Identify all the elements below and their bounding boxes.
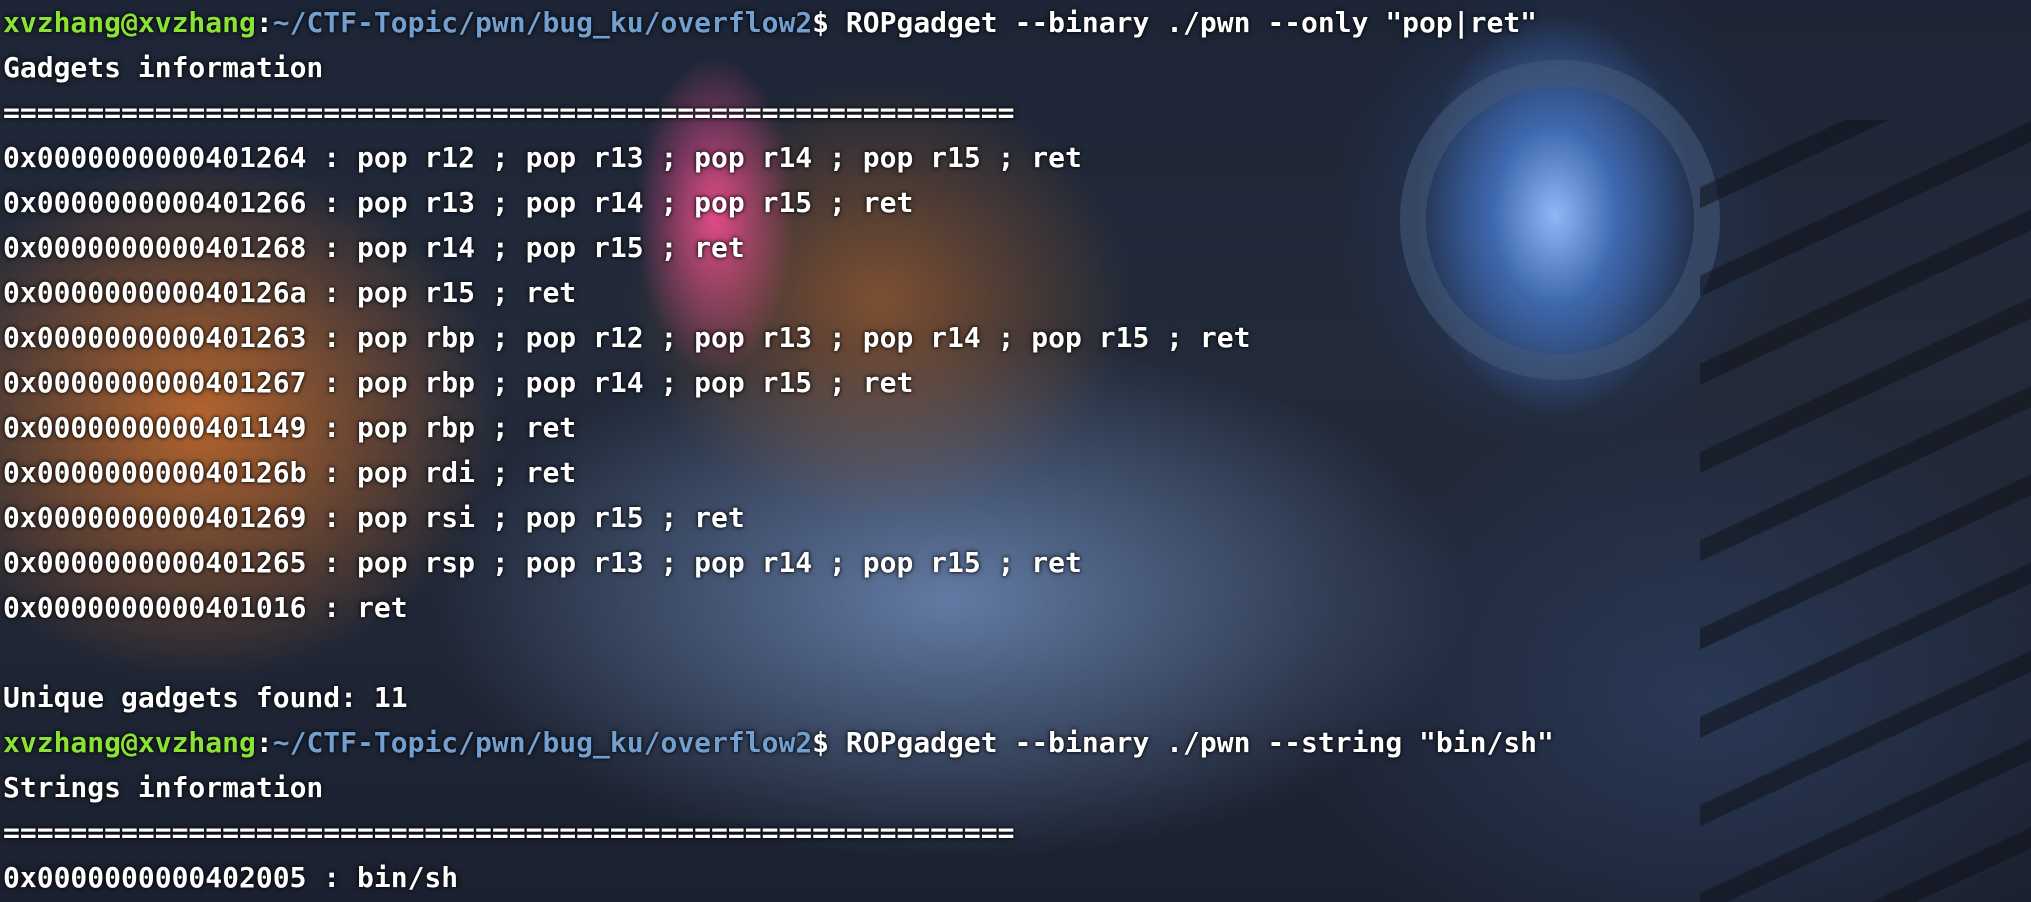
output-header: Gadgets information [3, 51, 324, 84]
gadget-line: 0x0000000000401269 : pop rsi ; pop r15 ;… [3, 501, 745, 534]
gadget-line: 0x0000000000401264 : pop r12 ; pop r13 ;… [3, 141, 1082, 174]
prompt-separator: : [255, 726, 273, 759]
prompt-path: ~/CTF-Topic/pwn/bug_ku/overflow2 [272, 6, 813, 39]
output-header: Strings information [3, 771, 324, 804]
prompt-dollar: $ [812, 726, 830, 759]
output-divider: ========================================… [3, 816, 1015, 849]
command-text: ROPgadget --binary ./pwn --only "pop|ret… [829, 6, 1538, 39]
output-divider: ========================================… [3, 96, 1015, 129]
prompt-user-host: xvzhang@xvzhang [3, 6, 256, 39]
gadget-line: 0x0000000000401266 : pop r13 ; pop r14 ;… [3, 186, 914, 219]
string-line: 0x0000000000402005 : bin/sh [3, 861, 459, 894]
gadget-line: 0x000000000040126a : pop r15 ; ret [3, 276, 577, 309]
prompt-separator: : [255, 6, 273, 39]
prompt-path: ~/CTF-Topic/pwn/bug_ku/overflow2 [272, 726, 813, 759]
terminal-output[interactable]: xvzhang@xvzhang:~/CTF-Topic/pwn/bug_ku/o… [3, 0, 1554, 900]
prompt-user-host: xvzhang@xvzhang [3, 726, 256, 759]
gadget-line: 0x000000000040126b : pop rdi ; ret [3, 456, 577, 489]
prompt-line: xvzhang@xvzhang:~/CTF-Topic/pwn/bug_ku/o… [3, 0, 1554, 45]
gadget-line: 0x0000000000401016 : ret [3, 591, 408, 624]
gadget-line: 0x0000000000401268 : pop r14 ; pop r15 ;… [3, 231, 745, 264]
prompt-line: xvzhang@xvzhang:~/CTF-Topic/pwn/bug_ku/o… [3, 720, 1554, 765]
command-text: ROPgadget --binary ./pwn --string "bin/s… [829, 726, 1554, 759]
gadget-line: 0x0000000000401263 : pop rbp ; pop r12 ;… [3, 321, 1251, 354]
prompt-dollar: $ [812, 6, 830, 39]
output-footer: Unique gadgets found: 11 [3, 681, 408, 714]
gadget-line: 0x0000000000401265 : pop rsp ; pop r13 ;… [3, 546, 1082, 579]
gadget-line: 0x0000000000401149 : pop rbp ; ret [3, 411, 577, 444]
gadget-line: 0x0000000000401267 : pop rbp ; pop r14 ;… [3, 366, 914, 399]
background-stairs [1700, 120, 2031, 902]
terminal-window[interactable]: xvzhang@xvzhang:~/CTF-Topic/pwn/bug_ku/o… [0, 0, 2031, 902]
